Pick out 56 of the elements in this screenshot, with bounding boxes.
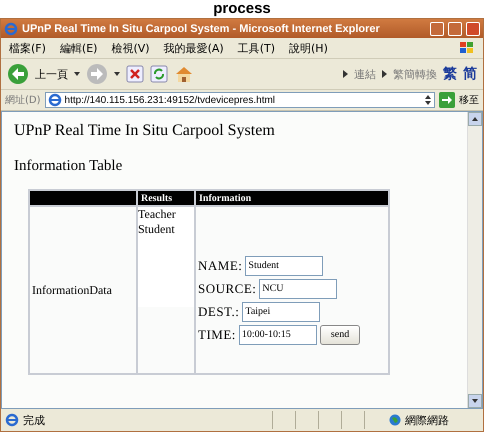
arrow-icon [343, 70, 348, 78]
menu-item[interactable]: 工具(T) [238, 40, 275, 56]
down-arrow-icon [472, 399, 478, 403]
globe-icon [389, 414, 401, 426]
dropdown-arrow-icon[interactable] [74, 72, 80, 76]
go-button[interactable]: 移至 [459, 93, 479, 107]
browser-icon [4, 22, 18, 36]
page-icon [48, 93, 62, 107]
caption-text: process [213, 0, 271, 18]
input-field[interactable]: Taipei [242, 302, 320, 322]
list-option[interactable]: Student [138, 222, 194, 237]
scrollbar[interactable] [467, 112, 482, 408]
links-button[interactable]: 連結 [354, 66, 376, 82]
refresh-icon[interactable] [150, 65, 168, 83]
convert-button[interactable]: 繁簡轉換 [393, 66, 437, 82]
list-option[interactable]: Teacher [138, 207, 194, 222]
address-field[interactable]: http://140.115.156.231:49152/tvdevicepres.html [44, 92, 435, 108]
column-header: Results [138, 191, 194, 205]
back-button[interactable]: 上一頁 [35, 66, 68, 82]
field-label: NAME: [198, 258, 242, 274]
menu-item[interactable]: 編輯(E) [60, 40, 98, 56]
input-field[interactable]: NCU [259, 278, 338, 298]
window-title: UPnP Real Time In Situ Carpool System - Microsoft Internet Explorer [22, 22, 381, 34]
menu-item[interactable]: 檢視(V) [111, 40, 150, 56]
input-field[interactable]: Student [245, 256, 324, 276]
field-label: SOURCE: [198, 280, 256, 296]
dropdown-icon[interactable] [424, 94, 432, 106]
up-arrow-icon [472, 117, 478, 121]
field-label: DEST.: [198, 304, 240, 320]
page-title: UPnP Real Time In Situ Carpool System [14, 122, 276, 140]
page-icon [5, 413, 19, 427]
results-list[interactable]: Teacher Student [138, 207, 194, 307]
section-heading: Information Table [14, 158, 124, 175]
maximize-button[interactable] [448, 22, 462, 36]
simplified-button[interactable]: 简 [463, 65, 477, 83]
traditional-button[interactable]: 繁 [443, 65, 457, 83]
field-label: TIME: [198, 326, 236, 342]
send-button[interactable]: send [320, 324, 360, 344]
windows-flag-icon [459, 41, 475, 55]
input-field[interactable]: 10:00-10:15 [238, 324, 317, 344]
menu-item[interactable]: 檔案(F) [9, 40, 46, 56]
close-button[interactable] [466, 22, 480, 36]
address-label: 網址(D) [5, 94, 41, 107]
menu-item[interactable]: 我的最愛(A) [164, 40, 224, 56]
table-cell: InformationData [30, 207, 136, 373]
zone-text: 網際網路 [405, 412, 449, 428]
arrow-icon [382, 70, 387, 78]
minimize-button[interactable] [430, 22, 444, 36]
stop-icon[interactable] [126, 65, 144, 83]
home-icon[interactable] [174, 65, 194, 83]
dropdown-arrow-icon[interactable] [114, 72, 120, 76]
scroll-up-button[interactable] [468, 112, 482, 126]
menu-item[interactable]: 說明(H) [289, 40, 328, 56]
column-header: Information [196, 191, 388, 205]
scroll-down-button[interactable] [468, 394, 482, 408]
status-text: 完成 [23, 412, 45, 428]
